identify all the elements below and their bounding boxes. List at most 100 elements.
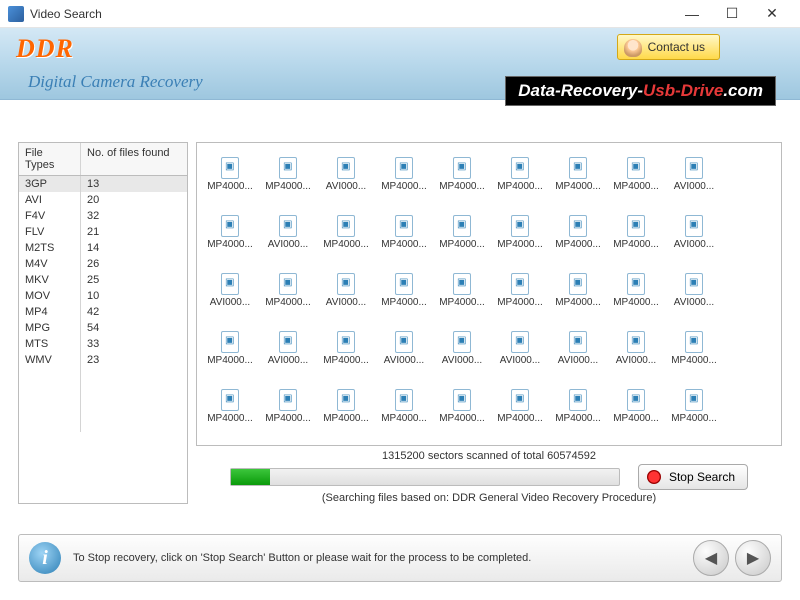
- file-item[interactable]: MP4000...: [549, 149, 607, 207]
- video-file-icon: [337, 157, 355, 179]
- file-item[interactable]: MP4000...: [201, 149, 259, 207]
- file-item[interactable]: MP4000...: [317, 207, 375, 265]
- footer-message: To Stop recovery, click on 'Stop Search'…: [73, 552, 693, 564]
- file-item[interactable]: MP4000...: [607, 265, 665, 323]
- video-file-icon: [279, 215, 297, 237]
- col-file-count[interactable]: No. of files found: [81, 143, 187, 175]
- file-item[interactable]: MP4000...: [491, 149, 549, 207]
- table-row[interactable]: F4V32: [19, 208, 187, 224]
- file-item[interactable]: AVI000...: [317, 149, 375, 207]
- table-row[interactable]: AVI20: [19, 192, 187, 208]
- file-item[interactable]: MP4000...: [433, 381, 491, 439]
- video-file-icon: [279, 389, 297, 411]
- cell-type: MP4: [19, 304, 81, 320]
- file-item[interactable]: MP4000...: [549, 381, 607, 439]
- cell-type: AVI: [19, 192, 81, 208]
- video-file-icon: [569, 331, 587, 353]
- file-name: MP4000...: [613, 297, 659, 308]
- video-file-icon: [569, 215, 587, 237]
- file-name: MP4000...: [497, 181, 543, 192]
- file-item[interactable]: MP4000...: [375, 207, 433, 265]
- back-button[interactable]: ◀: [693, 540, 729, 576]
- file-item[interactable]: MP4000...: [433, 149, 491, 207]
- table-row[interactable]: MKV25: [19, 272, 187, 288]
- file-item[interactable]: MP4000...: [317, 381, 375, 439]
- file-item[interactable]: MP4000...: [491, 265, 549, 323]
- file-item[interactable]: MP4000...: [549, 265, 607, 323]
- table-row[interactable]: WMV23: [19, 352, 187, 368]
- file-item[interactable]: MP4000...: [317, 323, 375, 381]
- next-button[interactable]: ▶: [735, 540, 771, 576]
- file-item[interactable]: MP4000...: [259, 439, 317, 446]
- file-item[interactable]: MP4000...: [375, 381, 433, 439]
- file-item[interactable]: AVI000...: [665, 207, 723, 265]
- brand-subtitle: Digital Camera Recovery: [28, 72, 203, 92]
- col-file-types[interactable]: File Types: [19, 143, 81, 175]
- file-grid[interactable]: MP4000...MP4000...AVI000...MP4000...MP40…: [196, 142, 782, 446]
- file-item[interactable]: MP4000...: [607, 381, 665, 439]
- video-file-icon: [685, 331, 703, 353]
- file-item[interactable]: MP4000...: [433, 265, 491, 323]
- table-row[interactable]: FLV21: [19, 224, 187, 240]
- file-item[interactable]: AVI000...: [607, 323, 665, 381]
- table-header: File Types No. of files found: [19, 143, 187, 176]
- video-file-icon: [453, 389, 471, 411]
- file-item[interactable]: MP4000...: [375, 149, 433, 207]
- close-button[interactable]: ✕: [752, 0, 792, 28]
- file-item[interactable]: MP4000...: [259, 265, 317, 323]
- file-item[interactable]: MP4000...: [607, 207, 665, 265]
- maximize-button[interactable]: ☐: [712, 0, 752, 28]
- file-item[interactable]: MP4000...: [433, 207, 491, 265]
- table-row[interactable]: M2TS14: [19, 240, 187, 256]
- file-item[interactable]: MP4000...: [201, 381, 259, 439]
- file-item[interactable]: MP4000...: [491, 207, 549, 265]
- file-item[interactable]: MP4000...: [201, 439, 259, 446]
- file-item[interactable]: MP4000...: [665, 323, 723, 381]
- stop-search-button[interactable]: Stop Search: [638, 464, 748, 490]
- file-name: MP4000...: [323, 355, 369, 366]
- video-file-icon: [279, 157, 297, 179]
- cell-type: WMV: [19, 352, 81, 368]
- file-item[interactable]: AVI000...: [549, 323, 607, 381]
- table-row[interactable]: MTS33: [19, 336, 187, 352]
- file-item[interactable]: MP4000...: [665, 381, 723, 439]
- file-name: MP4000...: [207, 181, 253, 192]
- file-item[interactable]: AVI000...: [665, 149, 723, 207]
- file-item[interactable]: AVI000...: [665, 265, 723, 323]
- file-item[interactable]: MP4000...: [201, 207, 259, 265]
- cell-count: 33: [81, 336, 187, 352]
- file-item[interactable]: AVI000...: [433, 323, 491, 381]
- file-item[interactable]: AVI000...: [201, 265, 259, 323]
- video-file-icon: [627, 157, 645, 179]
- table-row[interactable]: M4V26: [19, 256, 187, 272]
- file-item[interactable]: MP4000...: [375, 265, 433, 323]
- file-item[interactable]: AVI000...: [317, 265, 375, 323]
- app-icon: [8, 6, 24, 22]
- video-file-icon: [685, 273, 703, 295]
- file-name: MP4000...: [439, 413, 485, 424]
- file-item[interactable]: MP4000...: [201, 323, 259, 381]
- table-row[interactable]: 3GP13: [19, 176, 187, 192]
- contact-us-button[interactable]: Contact us: [617, 34, 720, 60]
- file-item[interactable]: MP4000...: [259, 149, 317, 207]
- table-row[interactable]: MP442: [19, 304, 187, 320]
- table-row[interactable]: MPG54: [19, 320, 187, 336]
- file-item[interactable]: MP4000...: [607, 149, 665, 207]
- file-item[interactable]: AVI000...: [259, 207, 317, 265]
- file-name: MP4000...: [555, 181, 601, 192]
- file-name: AVI000...: [674, 181, 714, 192]
- cell-count: 54: [81, 320, 187, 336]
- file-item[interactable]: MP4000...: [491, 381, 549, 439]
- file-item[interactable]: AVI000...: [375, 323, 433, 381]
- file-name: AVI000...: [268, 239, 308, 250]
- info-icon: i: [29, 542, 61, 574]
- video-file-icon: [627, 331, 645, 353]
- file-item[interactable]: AVI000...: [491, 323, 549, 381]
- file-name: AVI000...: [616, 355, 656, 366]
- file-item[interactable]: AVI000...: [259, 323, 317, 381]
- file-item[interactable]: MP4000...: [259, 381, 317, 439]
- minimize-button[interactable]: —: [672, 0, 712, 28]
- table-row[interactable]: MOV10: [19, 288, 187, 304]
- file-item[interactable]: MP4000...: [549, 207, 607, 265]
- file-name: MP4000...: [613, 181, 659, 192]
